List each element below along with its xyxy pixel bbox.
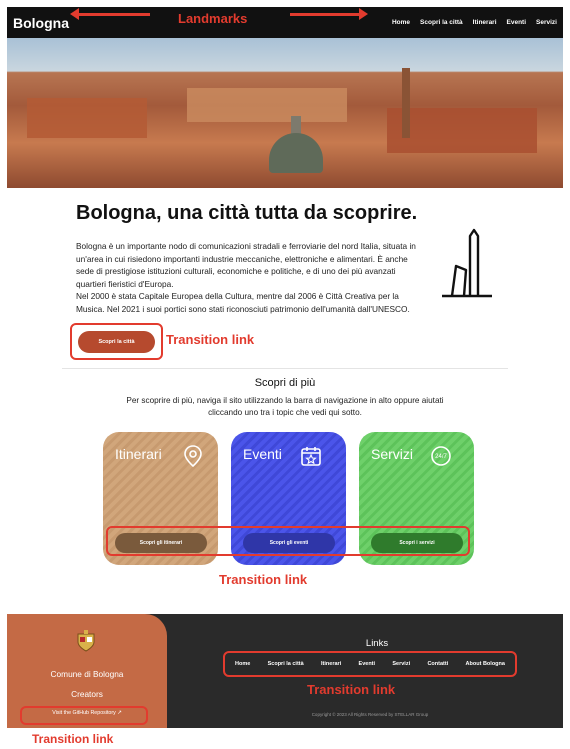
annotation-landmarks: Landmarks [178, 11, 248, 26]
brand-logo[interactable]: Bologna [13, 15, 69, 31]
footer-creators: Creators [71, 689, 103, 699]
card-servizi-title: Servizi [371, 446, 414, 462]
annotation-arrow-right [290, 8, 368, 20]
annotation-arrow-left [70, 8, 150, 20]
24-7-icon: 24/7 [431, 446, 451, 466]
calendar-star-icon [301, 447, 321, 466]
card-itinerari-title: Itinerari [115, 446, 162, 462]
24-7-badge: 24/7 [435, 454, 447, 460]
hero-basilica [187, 88, 347, 122]
nav-links: Home Scopri la città Itinerari Eventi Se… [392, 7, 557, 38]
hero-tower [402, 68, 410, 138]
intro-paragraph-1: Bologna è un importante nodo di comunica… [76, 241, 416, 289]
annotation-transition-link-bottom: Transition link [32, 732, 114, 746]
nav-link-servizi[interactable]: Servizi [536, 19, 557, 26]
section-divider [62, 368, 508, 369]
annotation-box-github [20, 706, 148, 725]
annotation-box-cards [106, 526, 470, 556]
annotation-box-footer-links [223, 651, 517, 677]
nav-link-eventi[interactable]: Eventi [507, 19, 527, 26]
nav-link-home[interactable]: Home [392, 19, 410, 26]
two-towers-icon [442, 228, 492, 298]
footer-links-title: Links [365, 638, 389, 649]
location-pin-icon [184, 445, 202, 468]
bologna-crest-icon [77, 630, 95, 652]
intro-paragraph-2: Nel 2000 è stata Capitale Europea della … [76, 291, 410, 314]
nav-link-itinerari[interactable]: Itinerari [473, 19, 497, 26]
page: Bologna Home Scopri la città Itinerari E… [0, 0, 570, 749]
footer-org-name: Comune di Bologna [50, 669, 124, 679]
hero-image-bologna [7, 38, 563, 188]
page-title: Bologna, una città tutta da scoprire. [76, 202, 418, 224]
footer-copyright: Copyright © 2023 All Rights Reserved by … [311, 712, 429, 717]
scopri-section-subtitle: Per scoprire di più, naviga il sito util… [126, 396, 444, 417]
nav-link-scopri-la-citta[interactable]: Scopri la città [420, 19, 463, 26]
card-eventi-title: Eventi [243, 446, 282, 462]
annotation-box-discover [70, 323, 163, 360]
hero-dome [269, 133, 323, 173]
annotation-transition-link-cards: Transition link [219, 572, 308, 587]
top-navbar: Bologna Home Scopri la città Itinerari E… [7, 7, 563, 38]
hero-roofs [27, 98, 147, 138]
annotation-transition-link-main: Transition link [166, 332, 255, 347]
scopri-section-title: Scopri di più [254, 377, 316, 389]
intro-text: Bologna è un importante nodo di comunica… [76, 240, 426, 315]
annotation-transition-link-footer: Transition link [307, 682, 396, 697]
